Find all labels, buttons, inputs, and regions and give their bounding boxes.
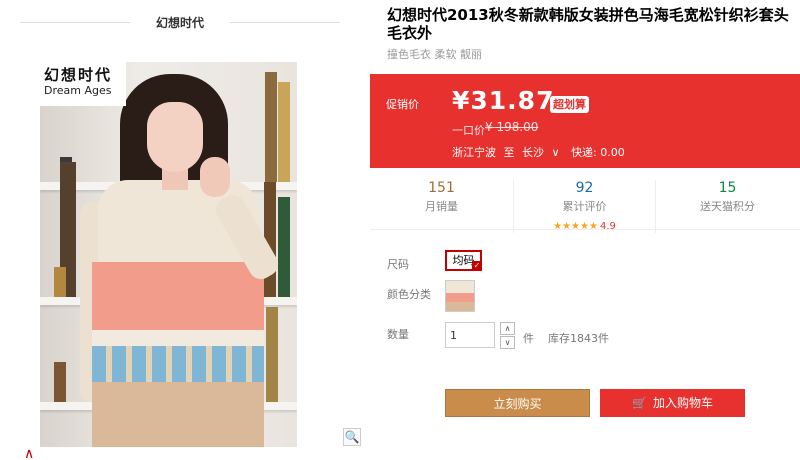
- stat-label: 累计评价: [562, 200, 607, 213]
- stat-label: 送天猫积分: [700, 200, 755, 213]
- stat-label: 月销量: [425, 200, 458, 213]
- original-price: ¥ 198.00: [485, 120, 539, 134]
- promo-price: ¥31.87: [452, 86, 555, 115]
- buy-now-button[interactable]: 立刻购买: [445, 389, 590, 417]
- book: [266, 307, 278, 402]
- sweater-stripe: [92, 330, 264, 346]
- stats-bar: 151 月销量 92 累计评价 ★★★★★ 4.9 15 送天猫积分: [370, 168, 800, 233]
- sweater-hem: [92, 382, 264, 447]
- shipping-info: 浙江宁波 至 长沙 ∨ 快递: 0.00: [452, 144, 629, 160]
- color-option-thumbnail[interactable]: [445, 280, 475, 312]
- promo-label: 促销价: [386, 98, 419, 111]
- sweater-pattern: [92, 346, 264, 382]
- zoom-icon[interactable]: 🔍: [343, 428, 361, 446]
- add-to-cart-button[interactable]: 🛒 加入购物车: [600, 389, 745, 417]
- quantity-decrease-button[interactable]: ∨: [500, 336, 515, 349]
- check-icon: ✓: [472, 261, 482, 271]
- book: [265, 72, 277, 182]
- ship-to-value: 长沙: [522, 146, 544, 159]
- logo-text-cn: 幻想时代: [44, 66, 113, 84]
- book: [278, 82, 290, 182]
- stat-value: 92: [575, 180, 594, 196]
- quantity-increase-button[interactable]: ∧: [500, 322, 515, 335]
- product-gallery: 幻想时代 幻想时代 Dream Ages 🔍 ∧: [0, 0, 370, 460]
- ship-to-select[interactable]: 长沙 ∨: [522, 146, 564, 159]
- stat-value: 151: [428, 180, 455, 196]
- chevron-up-icon[interactable]: ∧: [24, 447, 38, 460]
- cart-icon: 🛒: [632, 396, 647, 410]
- stat-value: 15: [718, 180, 737, 196]
- rating-score: 4.9: [599, 221, 616, 232]
- ship-to-label: 至: [503, 146, 515, 159]
- size-label: 尺码: [387, 258, 409, 271]
- shop-header: 幻想时代: [20, 8, 340, 36]
- stat-reviews[interactable]: 92 累计评价 ★★★★★ 4.9: [513, 180, 656, 233]
- quantity-label: 数量: [387, 328, 409, 341]
- star-rating-icon: ★★★★★: [553, 221, 598, 232]
- stat-points: 15 送天猫积分: [656, 180, 799, 214]
- color-label: 颜色分类: [387, 288, 431, 301]
- size-option[interactable]: 均码 ✓: [445, 250, 482, 271]
- brand-logo: 幻想时代 Dream Ages: [40, 62, 126, 106]
- add-to-cart-label: 加入购物车: [652, 396, 713, 410]
- original-price-label: 一口价: [452, 124, 485, 137]
- figure-hand: [200, 157, 230, 197]
- product-title: 幻想时代2013秋冬新款韩版女装拼色马海毛宽松针织衫套头毛衣外: [387, 6, 789, 42]
- sweater-stripe: [92, 262, 264, 332]
- ship-from: 浙江宁波: [452, 146, 496, 159]
- figure-face: [147, 102, 203, 172]
- book: [54, 267, 66, 297]
- product-tags: 撞色毛衣 柔软 靓丽: [387, 48, 482, 61]
- book: [278, 197, 290, 297]
- product-photo[interactable]: 幻想时代 Dream Ages: [40, 62, 297, 447]
- chevron-down-icon: ∨: [551, 146, 560, 159]
- promo-panel: 促销价 ¥31.87 超划算 一口价 ¥ 198.00 浙江宁波 至 长沙 ∨ …: [370, 74, 800, 168]
- quantity-unit: 件: [523, 332, 534, 345]
- product-page: 幻想时代 幻想时代 Dream Ages 🔍 ∧ 幻想时代2013秋冬新款韩版女…: [0, 0, 800, 460]
- book: [54, 362, 66, 402]
- product-info: 幻想时代2013秋冬新款韩版女装拼色马海毛宽松针织衫套头毛衣外 撞色毛衣 柔软 …: [370, 0, 800, 460]
- shipping-fee: 快递: 0.00: [571, 146, 625, 159]
- stock-count: 库存1843件: [548, 332, 609, 345]
- quantity-input[interactable]: [445, 322, 495, 348]
- stat-monthly-sales: 151 月销量: [370, 180, 513, 214]
- promo-badge: 超划算: [550, 96, 589, 113]
- logo-text-en: Dream Ages: [44, 84, 112, 97]
- divider: [230, 22, 340, 23]
